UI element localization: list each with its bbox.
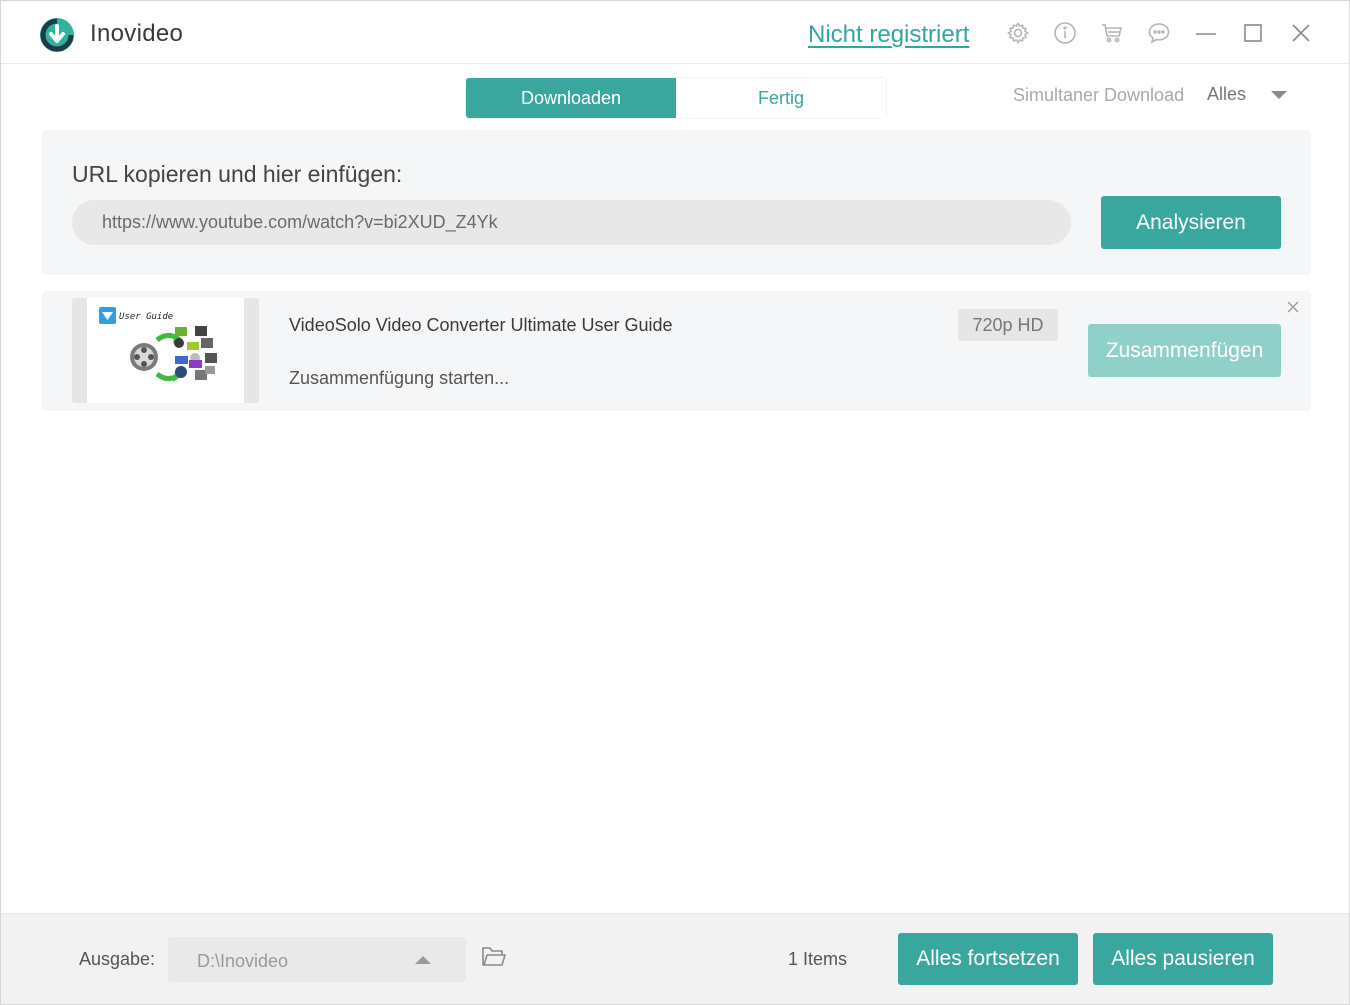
resume-all-button[interactable]: Alles fortsetzen [898, 933, 1078, 985]
info-icon[interactable] [1053, 21, 1077, 45]
video-title: VideoSolo Video Converter Ultimate User … [289, 315, 673, 335]
chevron-up-icon [415, 956, 431, 964]
pause-all-button[interactable]: Alles pausieren [1093, 933, 1273, 985]
output-path-value: D:\Inovideo [197, 951, 289, 971]
not-registered-link[interactable]: Nicht registriert [808, 21, 969, 49]
folder-icon[interactable] [481, 945, 507, 969]
footer-bar: Ausgabe: D:\Inovideo 1 Items Alles forts… [1, 913, 1349, 1004]
item-count: 1 Items [788, 949, 848, 969]
tab-bar: Downloaden Fertig [466, 78, 886, 118]
video-thumbnail: User Guide [87, 298, 244, 403]
video-status: Zusammenfügung starten... [289, 368, 510, 388]
minimize-icon[interactable] [1194, 21, 1218, 45]
output-label: Ausgabe: [79, 949, 156, 969]
gear-icon[interactable] [1006, 21, 1030, 45]
thumbnail-graphic: User Guide [99, 307, 217, 382]
url-heading: URL kopieren und hier einfügen: [72, 161, 403, 187]
simultaneous-download-label: Simultaner Download [1013, 85, 1185, 105]
remove-item-icon[interactable] [1286, 300, 1300, 314]
tab-download[interactable]: Downloaden [466, 78, 676, 118]
simultaneous-download-value: Alles [1207, 84, 1247, 104]
app-title: Inovideo [90, 20, 184, 47]
app-window: Inovideo Nicht registriert Downloaden Fe… [0, 0, 1350, 1005]
thumbnail-frame: User Guide [72, 298, 259, 403]
tab-finished[interactable]: Fertig [676, 78, 886, 118]
merge-button[interactable]: Zusammenfügen [1088, 324, 1281, 377]
maximize-icon[interactable] [1241, 21, 1265, 45]
cart-icon[interactable] [1100, 21, 1124, 45]
output-path-select[interactable]: D:\Inovideo [168, 937, 466, 982]
title-bar: Inovideo Nicht registriert [1, 1, 1349, 64]
url-panel: URL kopieren und hier einfügen: Analysie… [42, 130, 1311, 275]
chevron-down-icon [1271, 91, 1287, 99]
app-logo-icon [40, 18, 74, 52]
close-icon[interactable] [1289, 21, 1313, 45]
analyze-button[interactable]: Analysieren [1101, 196, 1281, 249]
simultaneous-download-select[interactable]: Alles [1200, 75, 1305, 115]
quality-badge: 720p HD [958, 309, 1058, 341]
list-item: User Guide VideoSolo Video Converter Ult… [42, 291, 1311, 411]
url-input[interactable] [72, 200, 1071, 245]
chat-icon[interactable] [1147, 21, 1171, 45]
thumbnail-text: User Guide [119, 312, 173, 322]
